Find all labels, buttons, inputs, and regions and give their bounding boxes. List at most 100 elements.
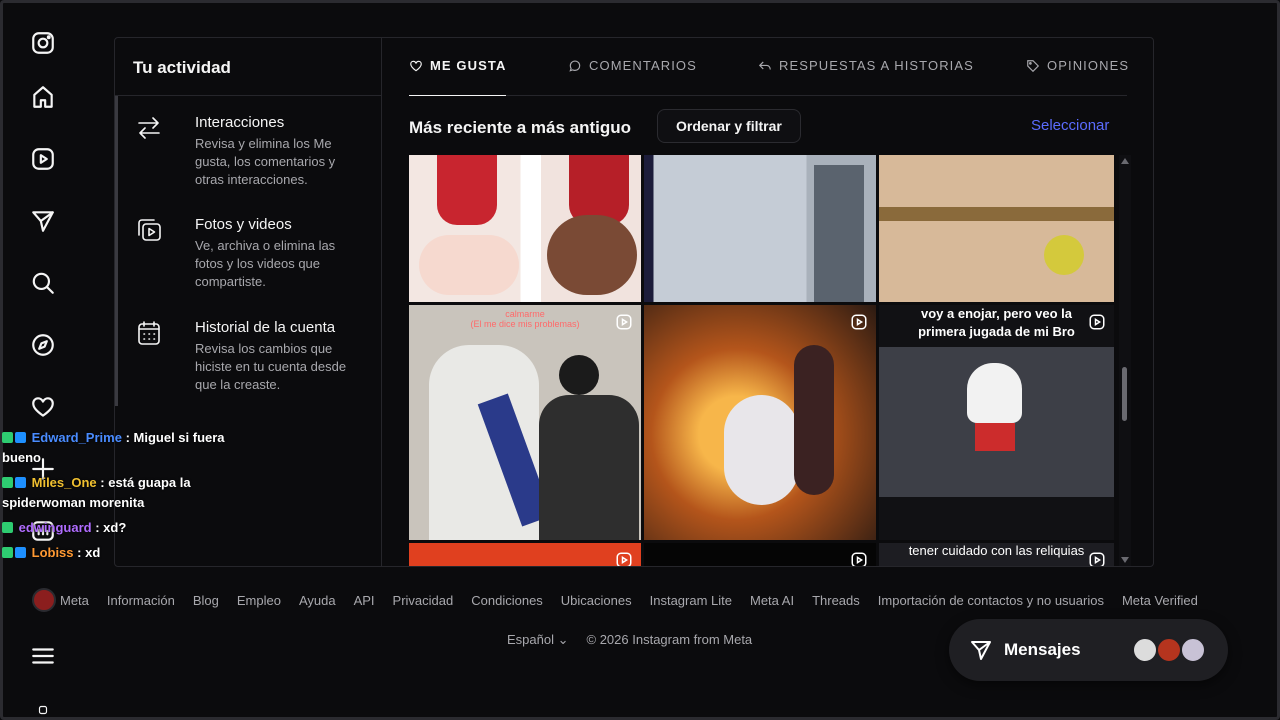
footer-link-meta[interactable]: Meta <box>60 593 89 608</box>
sidebar-item-description: Revisa y elimina los Me gusta, los comen… <box>195 136 336 187</box>
messages-button[interactable]: Mensajes <box>949 619 1228 681</box>
grid-scrollbar[interactable] <box>1119 155 1131 566</box>
messages-label: Mensajes <box>1004 640 1081 659</box>
tab-opiniones[interactable]: OPINIONES <box>1026 58 1129 96</box>
sidebar-item-label: Interacciones <box>195 114 285 131</box>
footer-link-meta-ai[interactable]: Meta AI <box>750 593 794 608</box>
instagram-logo-icon[interactable] <box>28 28 58 58</box>
footer-link-api[interactable]: API <box>354 593 375 608</box>
footer-link-instagram-lite[interactable]: Instagram Lite <box>650 593 732 608</box>
tab-label: ME GUSTA <box>430 58 507 73</box>
footer-link-informacion[interactable]: Información <box>107 593 175 608</box>
active-indicator <box>115 96 118 406</box>
post-image <box>437 155 497 225</box>
divider <box>115 95 382 96</box>
footer-link-privacidad[interactable]: Privacidad <box>393 593 454 608</box>
chat-message: Lobiss : xd <box>2 543 232 563</box>
heart-icon[interactable] <box>28 392 58 422</box>
scrollbar-thumb[interactable] <box>1122 367 1127 421</box>
sidebar-item-label: Historial de la cuenta <box>195 319 336 336</box>
liked-post[interactable]: calmarme (El me dice mis problemas) <box>409 305 641 540</box>
sidebar-item-fotos-videos[interactable]: Fotos y videos Ve, archiva o elimina las… <box>135 216 375 296</box>
footer-link-ayuda[interactable]: Ayuda <box>299 593 336 608</box>
scroll-up-icon[interactable] <box>1121 158 1129 164</box>
select-link[interactable]: Seleccionar <box>1031 117 1109 134</box>
stream-chat-overlay: Edward_Prime : Miguel si fuera bueno Mil… <box>2 428 232 568</box>
tab-me-gusta[interactable]: ME GUSTA <box>409 58 507 96</box>
reel-icon <box>615 313 633 331</box>
footer-link-ubicaciones[interactable]: Ubicaciones <box>561 593 632 608</box>
activity-tabs: ME GUSTA COMENTARIOS RESPUESTAS A HISTOR… <box>409 38 1129 96</box>
badge-icon <box>2 477 13 488</box>
reel-icon <box>1088 313 1106 331</box>
meta-ai-icon[interactable] <box>28 700 58 720</box>
sidebar-item-interacciones[interactable]: Interacciones Revisa y elimina los Me gu… <box>135 114 375 194</box>
post-image <box>539 395 639 540</box>
tab-comentarios[interactable]: COMENTARIOS <box>568 58 697 96</box>
chat-username: edwinguard <box>18 520 92 535</box>
footer-link-blog[interactable]: Blog <box>193 593 219 608</box>
footer-link-condiciones[interactable]: Condiciones <box>471 593 543 608</box>
liked-post[interactable]: tener cuidado con las reliquias <box>879 543 1114 566</box>
explore-compass-icon[interactable] <box>28 330 58 360</box>
post-caption: (El me dice mis problemas) <box>470 319 580 329</box>
photos-videos-icon <box>135 216 163 244</box>
menu-icon[interactable] <box>28 641 58 671</box>
direct-send-icon <box>969 638 993 662</box>
chat-message: Edward_Prime : Miguel si fuera bueno <box>2 428 232 468</box>
tab-label: COMENTARIOS <box>589 58 697 73</box>
tag-icon <box>1027 60 1040 73</box>
reel-icon <box>850 313 868 331</box>
chat-message: Miles_One : está guapa la spiderwoman mo… <box>2 473 232 513</box>
sidebar-item-historial[interactable]: Historial de la cuenta Revisa los cambio… <box>135 319 375 399</box>
post-image <box>879 207 1114 221</box>
home-icon[interactable] <box>28 82 58 112</box>
sidebar-item-description: Revisa los cambios que hiciste en tu cue… <box>195 341 347 392</box>
footer-link-meta-verified[interactable]: Meta Verified <box>1122 593 1198 608</box>
post-image <box>967 363 1022 423</box>
post-image <box>975 423 1015 451</box>
direct-send-icon[interactable] <box>28 206 58 236</box>
post-image <box>794 345 834 495</box>
tab-label: OPINIONES <box>1047 58 1130 73</box>
post-image <box>419 235 519 295</box>
reel-icon <box>850 551 868 566</box>
scroll-down-icon[interactable] <box>1121 557 1129 563</box>
post-image <box>724 395 799 505</box>
chat-username: Miles_One <box>31 475 97 490</box>
liked-post[interactable] <box>409 155 641 302</box>
footer-link-empleo[interactable]: Empleo <box>237 593 281 608</box>
chat-message: edwinguard : xd? <box>2 518 232 538</box>
badge-icon <box>2 432 13 443</box>
sort-filter-button[interactable]: Ordenar y filtrar <box>657 109 801 143</box>
post-image <box>547 215 637 295</box>
site-footer: Meta Información Blog Empleo Ayuda API P… <box>32 588 1232 614</box>
liked-posts-grid: calmarme (El me dice mis problemas) voy … <box>409 155 1114 566</box>
avatar <box>1180 637 1206 663</box>
activity-panel: Tu actividad Interacciones Revisa y elim… <box>114 37 1154 567</box>
footer-link-threads[interactable]: Threads <box>812 593 860 608</box>
liked-post[interactable] <box>644 305 876 540</box>
search-icon[interactable] <box>28 268 58 298</box>
language-label: Español <box>507 632 554 647</box>
chat-username: Edward_Prime <box>31 430 122 445</box>
liked-post[interactable] <box>409 543 641 566</box>
footer-link-importacion[interactable]: Importación de contactos y no usuarios <box>878 593 1104 608</box>
calendar-icon <box>135 319 163 347</box>
avatar <box>32 588 56 612</box>
liked-post[interactable] <box>644 155 876 302</box>
tab-respuestas-historias[interactable]: RESPUESTAS A HISTORIAS <box>758 58 974 96</box>
badge-icon <box>15 547 26 558</box>
reels-icon[interactable] <box>28 144 58 174</box>
language-selector[interactable]: Español ⌄ <box>507 632 569 648</box>
liked-post[interactable] <box>879 155 1114 302</box>
chat-text: : está guapa la spiderwoman morenita <box>2 475 191 510</box>
badge-icon <box>15 432 26 443</box>
badge-icon <box>2 547 13 558</box>
avatar <box>1132 637 1158 663</box>
avatar <box>1156 637 1182 663</box>
sidebar-item-label: Fotos y videos <box>195 216 292 233</box>
liked-post[interactable] <box>644 543 876 566</box>
sidebar-title: Tu actividad <box>133 58 231 77</box>
liked-post[interactable]: voy a enojar, pero veo la primera jugada… <box>879 305 1114 540</box>
